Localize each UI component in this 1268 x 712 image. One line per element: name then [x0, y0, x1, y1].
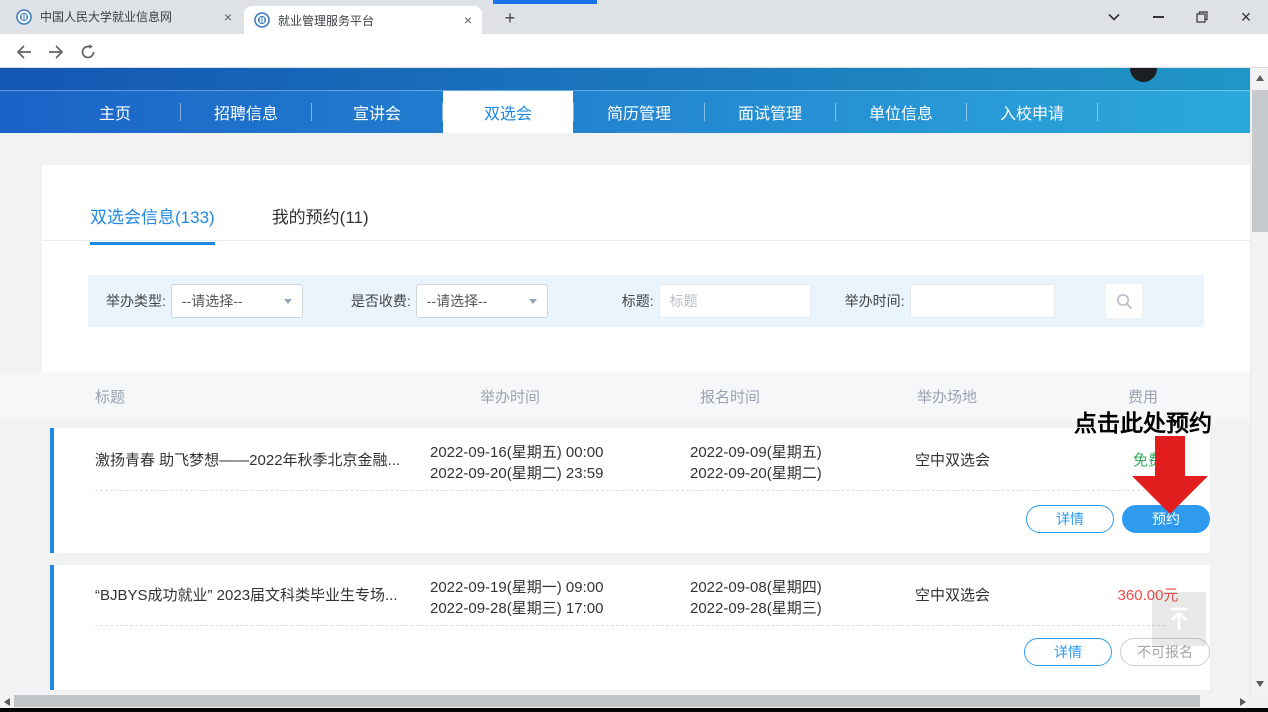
nav-item-recruit-info[interactable]: 招聘信息 — [181, 91, 311, 133]
fair-list-card: 双选会信息(133) 我的预约(11) 举办类型: --请选择-- 是否收费: … — [42, 165, 1250, 372]
filter-fee-label: 是否收费: — [351, 291, 411, 311]
scroll-down-arrow-icon[interactable] — [1256, 681, 1264, 687]
reload-button[interactable] — [78, 42, 98, 62]
nav-item-info-session[interactable]: 宣讲会 — [312, 91, 442, 133]
ruc-favicon-icon — [16, 9, 32, 25]
page-viewport: 主页 招聘信息 宣讲会 双选会 简历管理 面试管理 单位信息 入校申请 双选会信… — [0, 68, 1250, 694]
nav-item-resume[interactable]: 简历管理 — [574, 91, 704, 133]
horizontal-scrollbar-thumb[interactable] — [14, 695, 1200, 707]
col-header-host-time: 举办时间 — [480, 386, 540, 407]
annotation-text: 点击此处预约 — [1074, 404, 1212, 438]
filter-fee-select[interactable]: --请选择-- — [416, 284, 548, 318]
fair-reg-time: 2022-09-09(星期五) 2022-09-20(星期二) — [690, 442, 822, 484]
annotation-arrow-icon — [1132, 436, 1208, 514]
tab-title: 中国人民大学就业信息网 — [40, 8, 218, 25]
scroll-up-arrow-icon[interactable] — [1256, 75, 1264, 81]
browser-tab-employment-platform[interactable]: 就业管理服务平台 × — [244, 6, 482, 34]
table-header-row: 标题 举办时间 报名时间 举办场地 费用 — [0, 372, 1250, 420]
fair-title[interactable]: “BJBYS成功就业” 2023届文科类毕业生专场... — [95, 585, 398, 606]
browser-toolbar: rdjy.ruc.edu.cn/a/common/corporation/bil… — [0, 34, 1268, 68]
tab-close-icon[interactable]: × — [224, 9, 232, 25]
back-to-top-button[interactable] — [1152, 592, 1206, 646]
taskbar-edge — [0, 708, 1268, 712]
tab-title: 就业管理服务平台 — [278, 12, 458, 29]
scroll-left-arrow-icon[interactable] — [4, 698, 10, 706]
nav-item-campus-apply[interactable]: 入校申请 — [967, 91, 1097, 133]
fair-venue: 空中双选会 — [915, 450, 990, 471]
window-controls: × — [1092, 0, 1268, 34]
col-header-reg-time: 报名时间 — [700, 386, 760, 407]
nav-divider — [1097, 103, 1098, 121]
ruc-favicon-icon — [254, 12, 270, 28]
row-divider — [95, 490, 1165, 491]
filter-time-input[interactable] — [910, 284, 1055, 318]
search-button[interactable] — [1105, 283, 1143, 319]
filter-title-label: 标题: — [622, 291, 654, 311]
col-header-title: 标题 — [95, 386, 125, 407]
browser-tabstrip: 中国人民大学就业信息网 × 就业管理服务平台 × + × — [0, 0, 1268, 34]
new-tab-button[interactable]: + — [498, 6, 522, 30]
nav-item-job-fair[interactable]: 双选会 — [443, 91, 573, 133]
detail-button[interactable]: 详情 — [1026, 505, 1114, 533]
nav-item-home[interactable]: 主页 — [50, 91, 180, 133]
top-blue-strip — [493, 0, 597, 4]
tab-search-chevron-icon[interactable] — [1092, 0, 1136, 34]
fair-row-1: 激扬青春 助飞梦想——2022年秋季北京金融... 2022-09-16(星期五… — [50, 428, 1210, 553]
browser-tab-ruc-info[interactable]: 中国人民大学就业信息网 × — [6, 0, 242, 33]
tab-close-icon[interactable]: × — [464, 12, 472, 28]
site-header-strip — [0, 68, 1250, 90]
col-header-venue: 举办场地 — [917, 386, 977, 407]
vertical-scrollbar-thumb[interactable] — [1252, 90, 1268, 232]
chevron-down-icon — [529, 299, 537, 304]
tab-fair-info[interactable]: 双选会信息(133) — [90, 203, 215, 245]
filter-bar: 举办类型: --请选择-- 是否收费: --请选择-- 标题: 举办时间: — [88, 275, 1204, 327]
scrollbar-corner — [1250, 694, 1268, 708]
fair-row-2: “BJBYS成功就业” 2023届文科类毕业生专场... 2022-09-19(… — [50, 565, 1210, 690]
restore-button[interactable] — [1180, 0, 1224, 34]
main-nav: 主页 招聘信息 宣讲会 双选会 简历管理 面试管理 单位信息 入校申请 — [0, 90, 1250, 133]
fair-venue: 空中双选会 — [915, 585, 990, 606]
browser-window: 中国人民大学就业信息网 × 就业管理服务平台 × + × — [0, 0, 1268, 712]
nav-item-interview[interactable]: 面试管理 — [705, 91, 835, 133]
vertical-scrollbar[interactable] — [1250, 68, 1268, 694]
filter-type-select[interactable]: --请选择-- — [171, 284, 303, 318]
tab-my-reservations[interactable]: 我的预约(11) — [272, 203, 369, 245]
filter-type-label: 举办类型: — [106, 291, 166, 311]
tabs-divider — [42, 240, 1250, 241]
fair-tabs: 双选会信息(133) 我的预约(11) — [90, 203, 369, 245]
horizontal-scrollbar[interactable] — [0, 694, 1250, 708]
fair-reg-time: 2022-09-08(星期四) 2022-09-28(星期三) — [690, 577, 822, 619]
chevron-down-icon — [284, 299, 292, 304]
nav-item-employer-info[interactable]: 单位信息 — [836, 91, 966, 133]
close-window-button[interactable]: × — [1224, 0, 1268, 34]
fair-host-time: 2022-09-16(星期五) 00:00 2022-09-20(星期二) 23… — [430, 442, 603, 484]
search-icon — [1116, 293, 1133, 310]
scroll-right-arrow-icon[interactable] — [1240, 698, 1246, 706]
fair-host-time: 2022-09-19(星期一) 09:00 2022-09-28(星期三) 17… — [430, 577, 603, 619]
forward-button[interactable] — [46, 42, 66, 62]
arrow-up-to-line-icon — [1166, 606, 1192, 632]
minimize-button[interactable] — [1136, 0, 1180, 34]
filter-time-label: 举办时间: — [845, 291, 905, 311]
row-divider — [95, 625, 1165, 626]
filter-title-input[interactable] — [659, 284, 811, 318]
fair-title[interactable]: 激扬青春 助飞梦想——2022年秋季北京金融... — [95, 450, 400, 471]
detail-button[interactable]: 详情 — [1024, 638, 1112, 666]
back-button[interactable] — [14, 42, 34, 62]
